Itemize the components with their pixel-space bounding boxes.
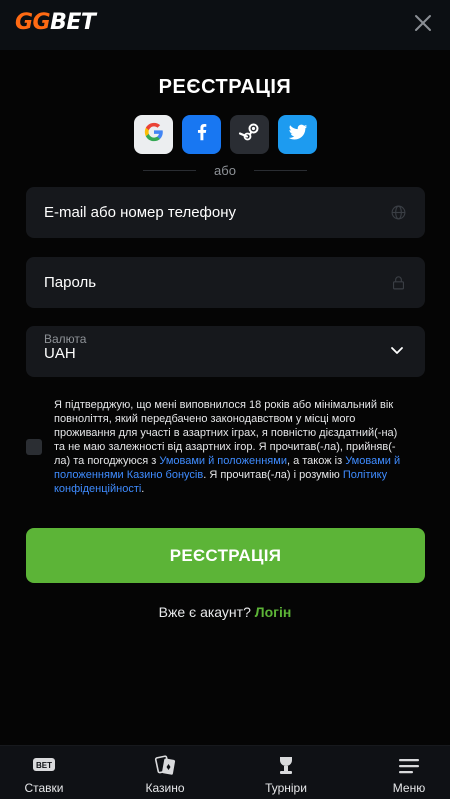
agreement-text-part: .: [141, 483, 145, 495]
password-field[interactable]: Пароль: [26, 257, 425, 308]
password-placeholder: Пароль: [44, 274, 97, 291]
close-icon[interactable]: [410, 10, 436, 36]
currency-select[interactable]: Валюта UAH: [26, 326, 425, 377]
top-bar: GGBET: [0, 0, 450, 50]
nav-label-tournaments: Турніри: [265, 781, 307, 795]
email-placeholder: E-mail або номер телефону: [44, 204, 237, 221]
agreement-checkbox[interactable]: [26, 439, 42, 455]
globe-icon: [390, 204, 407, 221]
steam-icon: [238, 120, 262, 149]
nav-label-casino: Казино: [145, 781, 185, 795]
google-icon: [143, 121, 165, 148]
steam-login-button[interactable]: [230, 115, 269, 154]
or-separator: або: [143, 162, 307, 178]
divider-line: [253, 169, 307, 171]
nav-label-menu: Меню: [392, 781, 426, 795]
nav-item-bets[interactable]: BET Ставки: [14, 746, 74, 799]
trophy-icon: [273, 755, 299, 777]
currency-label: Валюта: [44, 332, 87, 346]
ggbet-logo[interactable]: GGBET: [15, 10, 96, 36]
login-prompt: Вже є акаунт? Логін: [0, 604, 450, 620]
chevron-down-icon: [389, 342, 405, 358]
have-account-text: Вже є акаунт?: [158, 604, 251, 620]
register-button[interactable]: РЕЄСТРАЦІЯ: [26, 528, 425, 583]
facebook-icon: [191, 121, 213, 148]
agreement-text-part: . Я прочитав(-ла) і розумію: [203, 469, 343, 481]
twitter-login-button[interactable]: [278, 115, 317, 154]
google-login-button[interactable]: [134, 115, 173, 154]
currency-value: UAH: [44, 345, 76, 362]
cards-icon: [152, 755, 178, 777]
agreement-text: Я підтверджую, що мені виповнилося 18 ро…: [54, 398, 406, 496]
nav-label-bets: Ставки: [24, 781, 64, 795]
email-field[interactable]: E-mail або номер телефону: [26, 187, 425, 238]
bottom-navigation: BET Ставки Казино Турніри Меню: [0, 745, 450, 799]
svg-text:BET: BET: [36, 761, 52, 770]
page-title: РЕЄСТРАЦІЯ: [158, 76, 292, 98]
terms-link[interactable]: Умовами й положеннями: [159, 455, 287, 467]
logo-bet: BET: [50, 10, 96, 35]
divider-line: [143, 169, 197, 171]
login-link[interactable]: Логін: [255, 604, 292, 620]
lock-icon: [390, 274, 407, 291]
facebook-login-button[interactable]: [182, 115, 221, 154]
nav-item-menu[interactable]: Меню: [379, 746, 439, 799]
twitter-icon: [287, 121, 309, 148]
bet-ticket-icon: BET: [31, 755, 57, 777]
or-text: або: [214, 162, 236, 178]
nav-item-casino[interactable]: Казино: [135, 746, 195, 799]
agreement-text-part: , а також із: [286, 455, 346, 467]
logo-gg: GG: [15, 10, 51, 35]
nav-item-tournaments[interactable]: Турніри: [256, 746, 316, 799]
menu-icon: [396, 755, 422, 777]
